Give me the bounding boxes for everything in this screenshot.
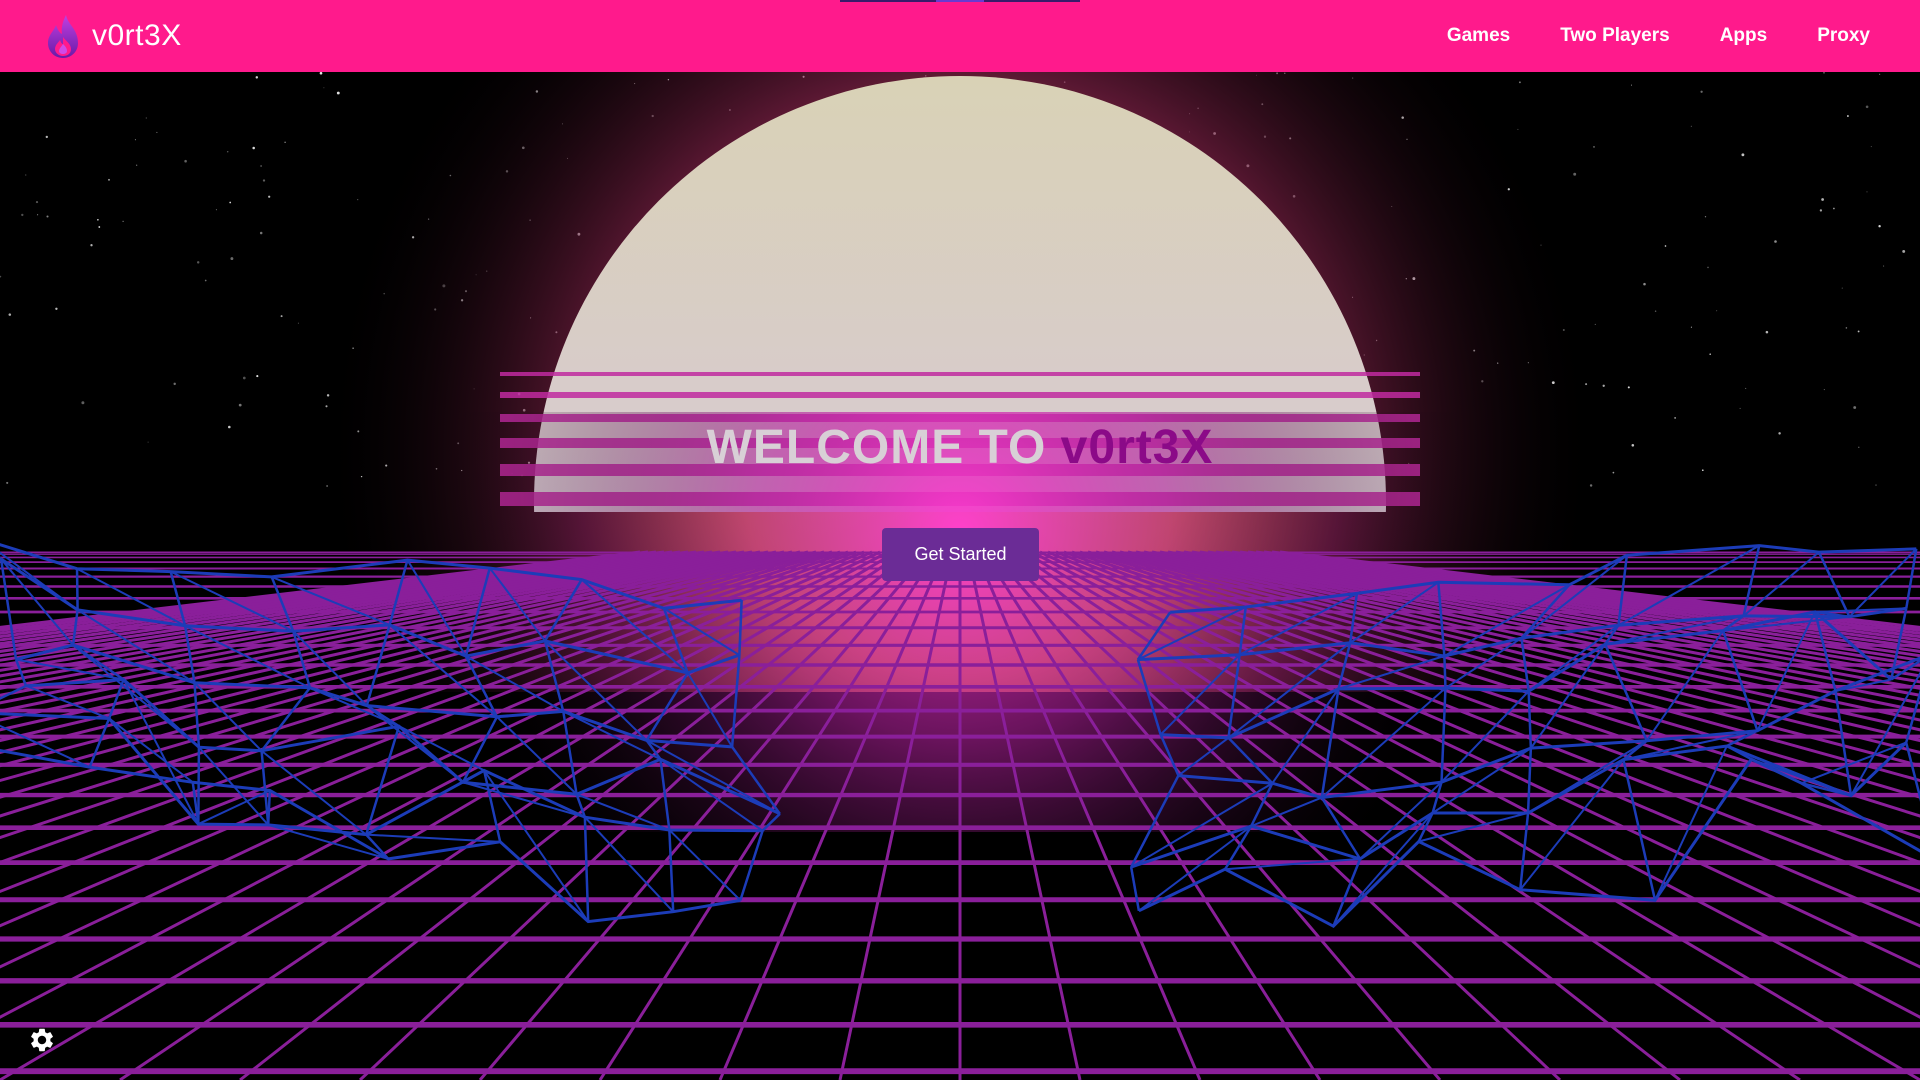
nav-link-proxy[interactable]: Proxy (1817, 25, 1870, 47)
nav-link-apps[interactable]: Apps (1720, 25, 1768, 47)
brand-home-link[interactable]: v0rt3X (44, 10, 182, 62)
gear-icon[interactable] (28, 1026, 56, 1054)
nav-link-two-players[interactable]: Two Players (1560, 25, 1669, 47)
loading-indicator (840, 0, 1080, 2)
top-navbar: v0rt3X Games Two Players Apps Proxy (0, 0, 1920, 72)
main-nav: Games Two Players Apps Proxy (1447, 0, 1870, 72)
hero-title-prefix: WELCOME TO (706, 421, 1061, 474)
get-started-button[interactable]: Get Started (882, 528, 1039, 581)
brand-name: v0rt3X (92, 19, 182, 52)
nav-link-games[interactable]: Games (1447, 25, 1510, 47)
flame-icon (48, 15, 78, 58)
hero-title-accent: v0rt3X (1060, 421, 1214, 474)
hero: WELCOME TO v0rt3X (0, 420, 1920, 475)
hero-title: WELCOME TO v0rt3X (0, 420, 1920, 475)
